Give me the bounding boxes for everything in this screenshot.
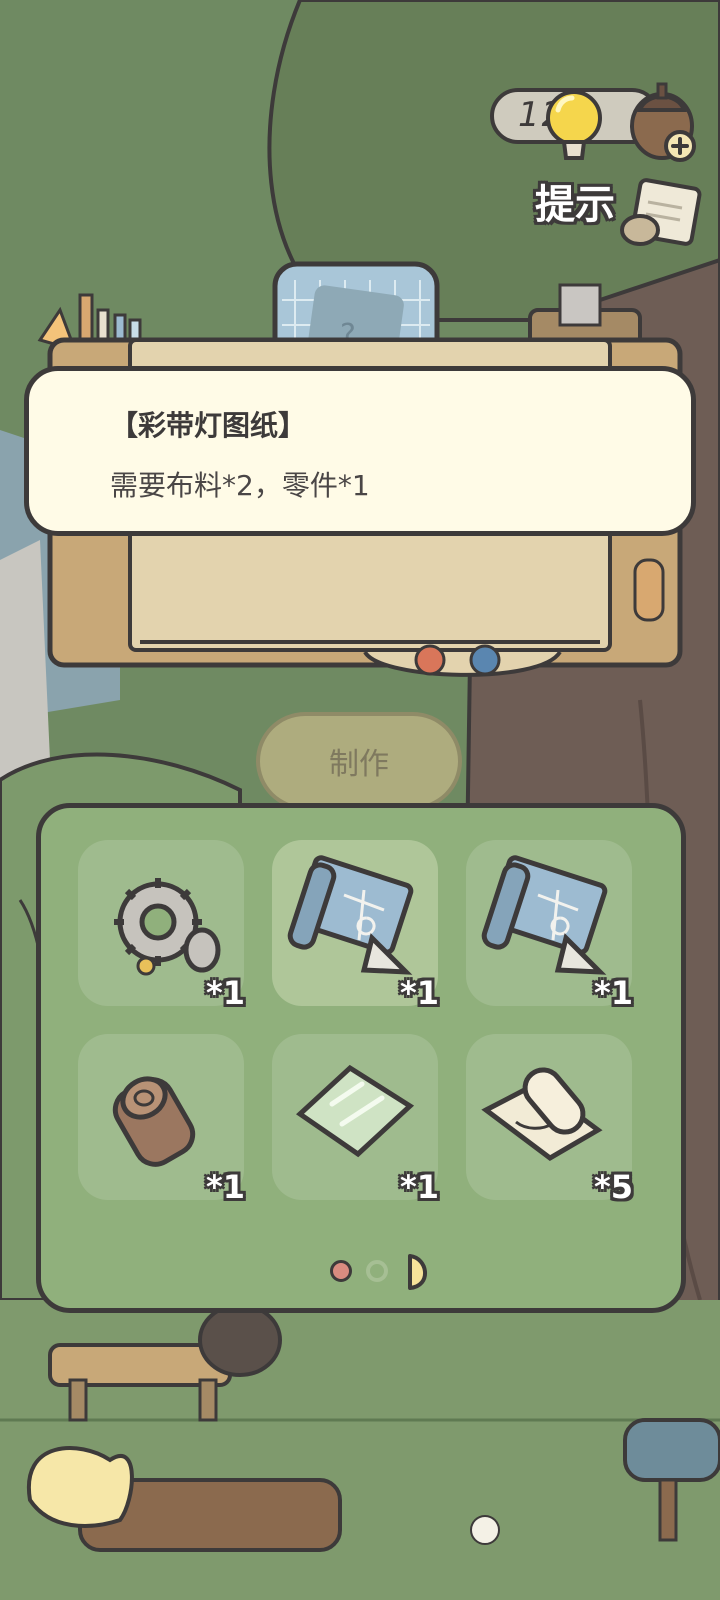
material-qty-1: *1 (206, 974, 245, 1012)
craft-button[interactable]: 制作 (256, 712, 462, 810)
recipe-info-bubble (24, 366, 696, 536)
next-page-arrow-icon[interactable] (404, 1252, 434, 1292)
material-qty-5: *1 (400, 1168, 439, 1206)
material-qty-6: *5 (594, 1168, 633, 1206)
material-qty-3: *1 (594, 974, 633, 1012)
recipe-requirement: 需要布料*2，零件*1 (110, 469, 370, 502)
material-qty-2: *1 (400, 974, 439, 1012)
hint-button[interactable]: 提示 (535, 172, 615, 230)
page-dot-2[interactable] (366, 1260, 388, 1282)
lightbulb-icon (546, 90, 602, 160)
recipe-title: 【彩带灯图纸】 (110, 409, 307, 442)
hint-book-icon[interactable] (618, 178, 704, 256)
page-dot-1-active[interactable] (330, 1260, 352, 1282)
material-qty-4: *1 (206, 1168, 245, 1206)
craft-button-label: 制作 (329, 747, 389, 782)
add-hint-button[interactable] (626, 76, 706, 166)
